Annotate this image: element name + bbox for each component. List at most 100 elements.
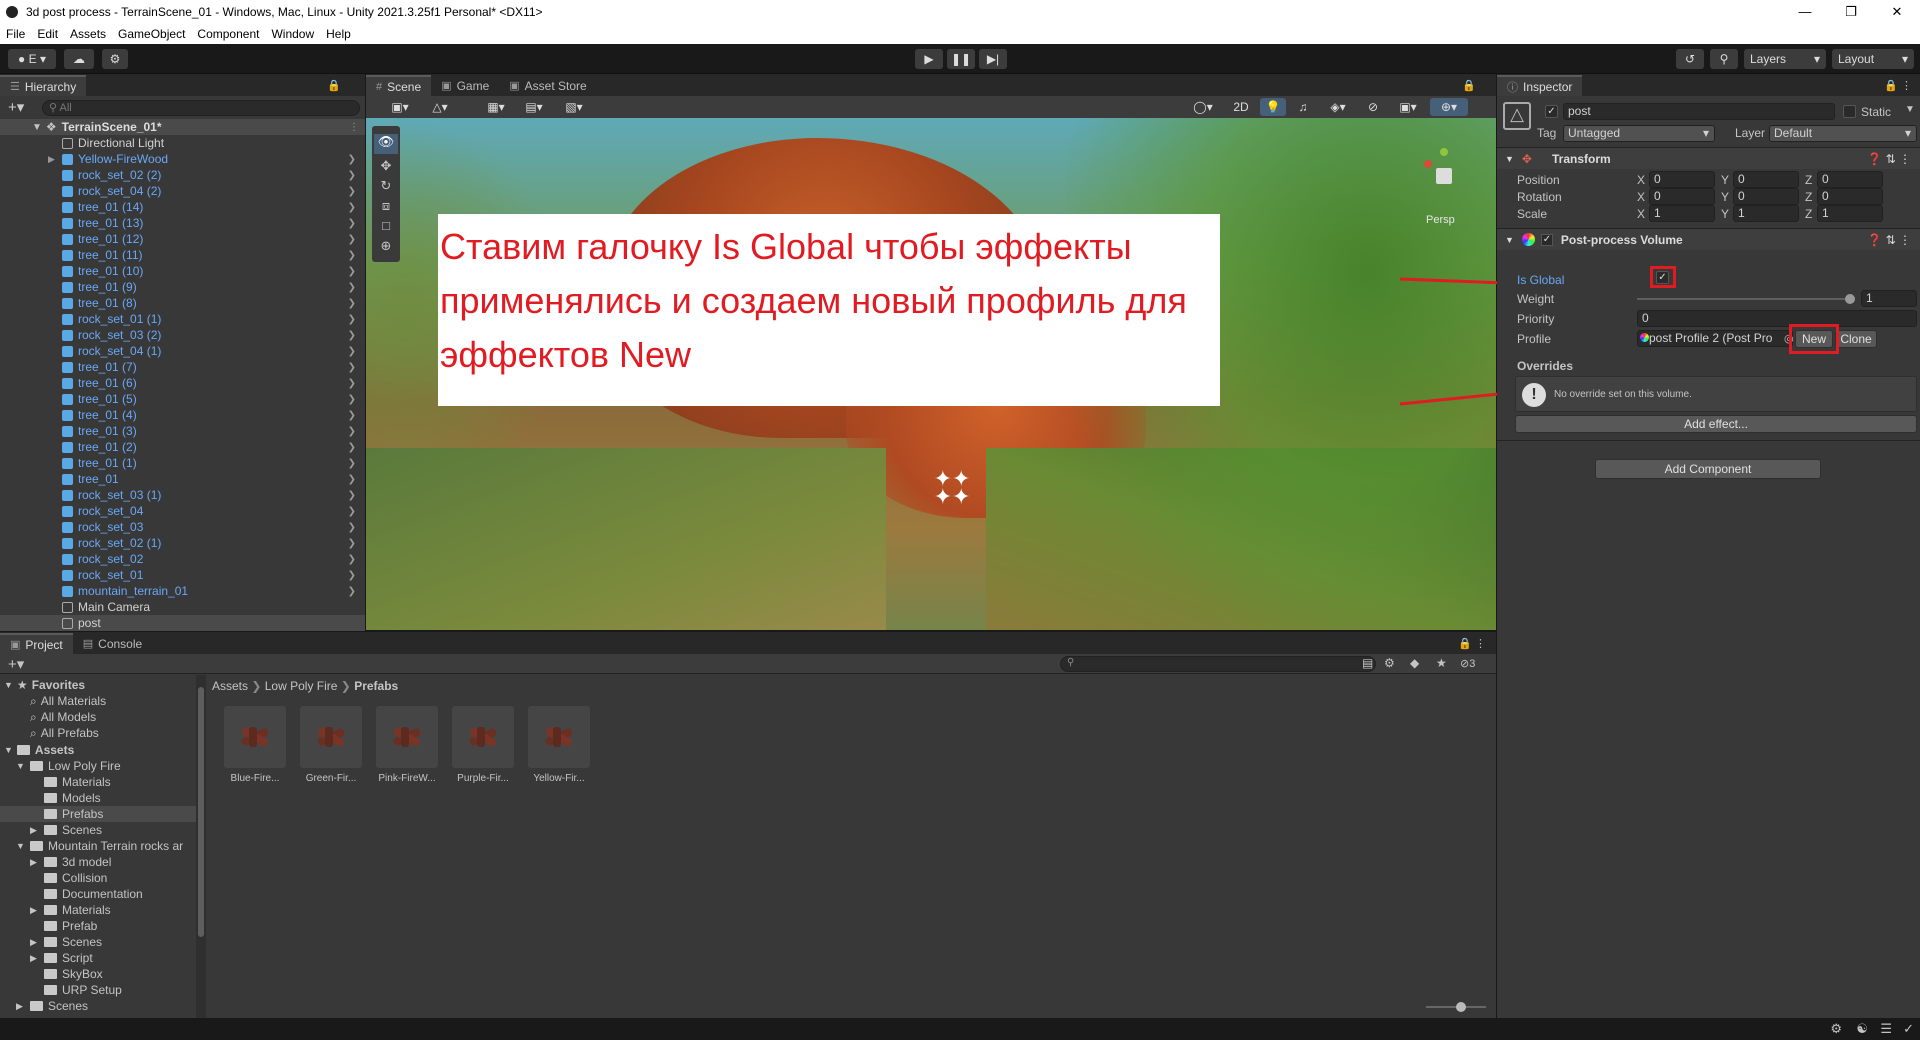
effects-dropdown[interactable]: ◈▾	[1320, 98, 1356, 116]
hierarchy-item[interactable]: tree_01 (10) ❯	[0, 263, 364, 279]
hierarchy-item[interactable]: ▶ Yellow-FireWood ❯	[0, 151, 364, 167]
gizmos-dropdown[interactable]: ⊕▾	[1430, 98, 1468, 116]
layout-dropdown[interactable]: Layout ▾	[1832, 49, 1914, 69]
post-process-volume-header[interactable]: ▼ ✓ Post-process Volume ❓ ⇅ ⋮	[1497, 228, 1920, 250]
project-folder-item[interactable]: ▶ Scenes	[0, 934, 196, 950]
hierarchy-item[interactable]: rock_set_01 (1) ❯	[0, 311, 364, 327]
gizmo-grid-dropdown[interactable]: ▦▾	[478, 98, 514, 116]
scrollbar-thumb[interactable]	[198, 687, 204, 937]
hierarchy-item[interactable]: tree_01 (4) ❯	[0, 407, 364, 423]
menu-window[interactable]: Window	[265, 27, 320, 41]
slider-handle[interactable]	[1456, 1002, 1466, 1012]
chevron-right-icon[interactable]: ▶	[30, 937, 37, 948]
project-folder-item[interactable]: ▶ Materials	[0, 902, 196, 918]
prefab-asset[interactable]: Green-Fir...	[300, 706, 362, 784]
chevron-right-icon[interactable]: ❯	[348, 506, 356, 517]
chevron-right-icon[interactable]: ▶	[30, 905, 37, 916]
hierarchy-item[interactable]: tree_01 (3) ❯	[0, 423, 364, 439]
chevron-right-icon[interactable]: ▶	[48, 154, 55, 165]
check-circle-icon[interactable]: ✓	[1903, 1021, 1914, 1037]
draw-mode-dropdown[interactable]: ▣▾	[382, 98, 418, 116]
favorite-item[interactable]: ⌕ All Prefabs	[30, 725, 99, 741]
chevron-right-icon[interactable]: ❯	[348, 314, 356, 325]
rotation-z-field[interactable]: 0	[1817, 188, 1883, 205]
scale-y-field[interactable]: 1	[1733, 205, 1799, 222]
hierarchy-item[interactable]: Main Camera	[0, 599, 364, 615]
prefab-asset[interactable]: Blue-Fire...	[224, 706, 286, 784]
chevron-right-icon[interactable]: ❯	[348, 522, 356, 533]
account-button[interactable]: ● E ▾	[8, 49, 56, 69]
chevron-right-icon[interactable]: ❯	[348, 218, 356, 229]
rotation-y-field[interactable]: 0	[1733, 188, 1799, 205]
breadcrumb-assets[interactable]: Assets	[212, 679, 248, 693]
chevron-right-icon[interactable]: ❯	[348, 474, 356, 485]
lock-icon[interactable]: 🔒 ⋮	[1458, 637, 1486, 650]
create-asset-button[interactable]: +▾	[8, 655, 24, 673]
weight-field[interactable]: 1	[1861, 290, 1917, 307]
filter-icon[interactable]: ⚙	[1384, 656, 1395, 670]
transform-header[interactable]: ▼ ✥ Transform ❓ ⇅ ⋮	[1497, 147, 1920, 169]
volume-enabled-checkbox[interactable]: ✓	[1540, 233, 1553, 246]
chevron-right-icon[interactable]: ❯	[348, 394, 356, 405]
chevron-right-icon[interactable]: ❯	[348, 554, 356, 565]
chevron-right-icon[interactable]: ❯	[348, 154, 356, 165]
project-folder-item[interactable]: Materials	[0, 774, 196, 790]
hierarchy-item[interactable]: tree_01 (1) ❯	[0, 455, 364, 471]
chevron-right-icon[interactable]: ❯	[348, 362, 356, 373]
project-folder-item[interactable]: ▶ 3d model	[0, 854, 196, 870]
persp-label[interactable]: Persp	[1426, 214, 1455, 226]
chevron-right-icon[interactable]: ❯	[348, 282, 356, 293]
hierarchy-item[interactable]: tree_01 ❯	[0, 471, 364, 487]
chevron-right-icon[interactable]: ▶	[30, 953, 37, 964]
chevron-right-icon[interactable]: ❯	[348, 442, 356, 453]
static-checkbox[interactable]	[1843, 105, 1856, 118]
icon-size-slider[interactable]	[1426, 1002, 1486, 1012]
tag-dropdown[interactable]: Untagged ▾	[1563, 125, 1715, 142]
camera-dropdown[interactable]: ▣▾	[1390, 98, 1426, 116]
menu-assets[interactable]: Assets	[64, 27, 112, 41]
chevron-right-icon[interactable]: ❯	[348, 426, 356, 437]
project-folder-item[interactable]: Models	[0, 790, 196, 806]
chevron-down-icon[interactable]: ▼	[16, 841, 25, 851]
scene-viewport[interactable]: ✦✦ ✦✦ 👁 ✥ ↻ ⧈ □ ⊕ Persp Ставим галочку Is…	[366, 118, 1496, 630]
chevron-right-icon[interactable]: ❯	[348, 570, 356, 581]
position-x-field[interactable]: 0	[1649, 171, 1715, 188]
active-checkbox[interactable]: ✓	[1545, 105, 1558, 118]
scale-z-field[interactable]: 1	[1817, 205, 1883, 222]
hierarchy-item[interactable]: rock_set_02 (2) ❯	[0, 167, 364, 183]
project-folder-item[interactable]: ▶ Script	[0, 950, 196, 966]
project-folder-item[interactable]: ▼ Mountain Terrain rocks ar	[0, 838, 196, 854]
project-folder-item[interactable]: Documentation	[0, 886, 196, 902]
hierarchy-item[interactable]: tree_01 (12) ❯	[0, 231, 364, 247]
menu-component[interactable]: Component	[191, 27, 265, 41]
maximize-icon[interactable]: ❐	[1828, 4, 1874, 20]
pause-button[interactable]: ❚❚	[947, 49, 975, 69]
chevron-down-icon[interactable]: ▼	[1905, 104, 1915, 115]
hierarchy-item[interactable]: rock_set_02 (1) ❯	[0, 535, 364, 551]
rotate-tool-icon[interactable]: ↻	[372, 178, 400, 198]
chevron-right-icon[interactable]: ❯	[348, 186, 356, 197]
project-folder-item[interactable]: ▶ Scenes	[0, 998, 196, 1014]
lock-icon[interactable]: 🔒 ⋮	[1884, 79, 1912, 92]
hierarchy-item[interactable]: tree_01 (2) ❯	[0, 439, 364, 455]
chevron-right-icon[interactable]: ▶	[30, 825, 37, 836]
favorites-header[interactable]: ▼ ★ Favorites	[4, 677, 85, 693]
profile-field[interactable]: post Profile 2 (Post Pro	[1637, 330, 1793, 347]
project-folder-item[interactable]: SkyBox	[0, 966, 196, 982]
favorite-item[interactable]: ⌕ All Models	[30, 709, 96, 725]
chevron-right-icon[interactable]: ❯	[348, 458, 356, 469]
tab-game[interactable]: ▣ Game	[431, 75, 499, 96]
favorite-star-icon[interactable]: ★	[1436, 656, 1447, 670]
tab-console[interactable]: ▤ Console	[73, 633, 152, 654]
menu-edit[interactable]: Edit	[31, 27, 64, 41]
chevron-right-icon[interactable]: ❯	[348, 586, 356, 597]
cache-icon[interactable]: ☯	[1856, 1021, 1868, 1037]
collab-icon[interactable]: ⚙	[102, 49, 128, 69]
render-mode-dropdown[interactable]: △▾	[422, 98, 458, 116]
hidden-packages-toggle[interactable]: ⊘3	[1460, 657, 1475, 670]
tab-scene[interactable]: # Scene	[366, 75, 432, 96]
orientation-gizmo[interactable]	[1414, 148, 1474, 208]
assets-header[interactable]: ▼ Assets	[4, 742, 74, 758]
chevron-right-icon[interactable]: ❯	[348, 538, 356, 549]
hierarchy-item[interactable]: Directional Light	[0, 135, 364, 151]
